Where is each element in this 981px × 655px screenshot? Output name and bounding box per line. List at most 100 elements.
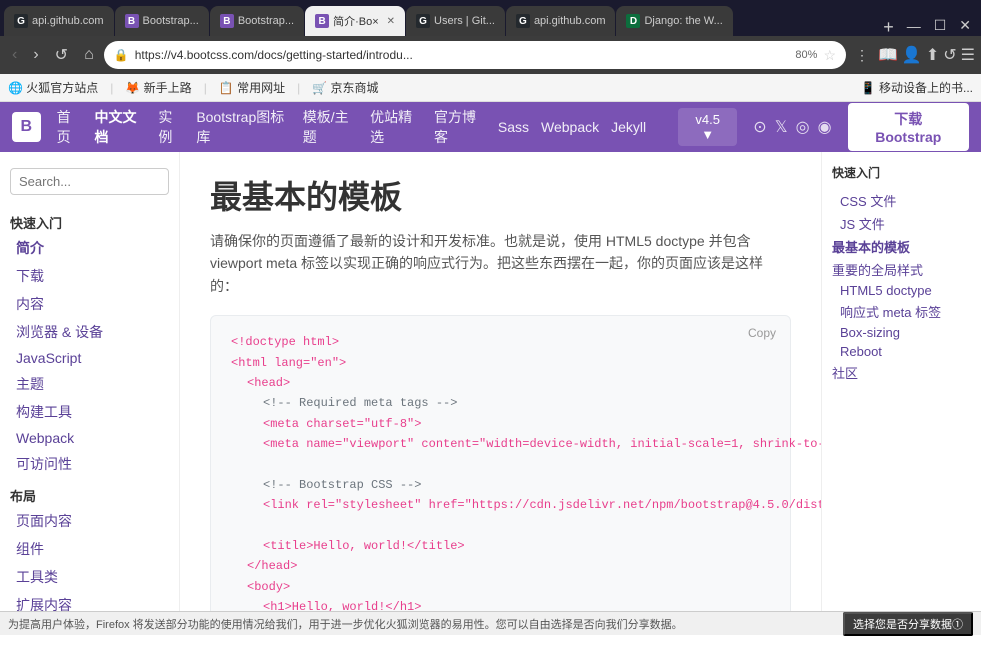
toc-item[interactable]: 响应式 meta 标签 [832,300,971,323]
toc-item[interactable]: JS 文件 [832,212,971,235]
close-button[interactable]: ✕ [953,15,977,36]
home-button[interactable]: ⌂ [78,44,100,66]
sidebar-item[interactable]: JavaScript [0,346,179,370]
download-button[interactable]: 下载 Bootstrap [848,103,969,151]
share-icon[interactable]: ⬆ [926,45,939,65]
nav-link[interactable]: 实例 [158,107,184,147]
tab-label: Users | Git... [434,15,495,27]
back-button[interactable]: ‹ [6,44,23,66]
tab-label: api.github.com [32,15,104,27]
menu-icon[interactable]: ☰ [961,45,975,65]
right-toc: 快速入门 CSS 文件JS 文件最基本的模板重要的全局样式HTML5 docty… [821,152,981,611]
code-line: <head> [231,373,770,393]
bookmark-item[interactable]: 🛒 京东商城 [312,79,378,96]
search-box [0,164,179,205]
twitter-icon[interactable]: 𝕏 [775,117,788,137]
nav-link[interactable]: 优站精选 [370,107,422,147]
history-icon[interactable]: ↺ [943,45,956,65]
browser-controls: ‹ › ↺ ⌂ 🔒 https://v4.bootcss.com/docs/ge… [0,36,981,74]
tab-label: Django: the W... [644,15,722,27]
sidebar-item[interactable]: 下载 [0,262,179,290]
sidebar-content: 快速入门简介下载内容浏览器 & 设备JavaScript主题构建工具Webpac… [0,205,179,611]
bookmark-separator: | [297,81,300,95]
code-line: <!-- Required meta tags --> [231,393,770,413]
sidebar-item[interactable]: 页面内容 [0,507,179,535]
code-line: <link rel="stylesheet" href="https://cdn… [231,495,770,515]
search-input[interactable] [10,168,169,195]
code-line [231,516,770,536]
maximize-button[interactable]: ☐ [928,15,953,36]
sidebar-item[interactable]: 内容 [0,290,179,318]
toc-item[interactable]: 社区 [832,361,971,384]
bookmark-item[interactable]: 🦊 新手上路 [125,79,191,96]
main-content: 最基本的模板 请确保你的页面遵循了最新的设计和开发标准。也就是说，使用 HTML… [180,152,821,611]
browser-tab[interactable]: BBootstrap... [115,6,209,36]
copy-button[interactable]: Copy [748,326,776,340]
code-line: <title>Hello, world!</title> [231,536,770,556]
sidebar-item[interactable]: 构建工具 [0,398,179,426]
browser-window: Gapi.github.comBBootstrap...BBootstrap..… [0,0,981,102]
tab-favicon: B [315,14,329,28]
code-line: <h1>Hello, world!</h1> [231,597,770,611]
top-nav: B 首页中文文档实例Bootstrap图标库模板/主题优站精选官方博客SassW… [0,102,981,152]
bookmark-item[interactable]: 🌐 火狐官方站点 [8,79,98,96]
tab-favicon: G [416,14,430,28]
nav-link[interactable]: Sass [498,119,529,135]
browser-tab[interactable]: DDjango: the W... [616,6,732,36]
toc-item[interactable]: HTML5 doctype [832,281,971,300]
star-icon[interactable]: ☆ [823,47,836,64]
sidebar-item[interactable]: 组件 [0,535,179,563]
minimize-button[interactable]: — [901,16,927,36]
extensions-button[interactable]: ⋮ [850,45,874,66]
sidebar-item[interactable]: 扩展内容 [0,591,179,611]
browser-tab[interactable]: BBootstrap... [210,6,304,36]
bookmark-separator: | [110,81,113,95]
feed-icon[interactable]: ◉ [818,117,832,137]
sidebar-item[interactable]: 工具类 [0,563,179,591]
new-tab-button[interactable]: + [877,18,900,36]
browser-tab[interactable]: Gapi.github.com [506,6,616,36]
tab-close-icon[interactable]: ✕ [387,16,395,27]
toc-item[interactable]: 重要的全局样式 [832,258,971,281]
sync-icon[interactable]: 👤 [902,45,922,65]
bootstrap-page: B 首页中文文档实例Bootstrap图标库模板/主题优站精选官方博客SassW… [0,102,981,611]
mobile-bookmark[interactable]: 📱 移动设备上的书... [861,79,973,96]
sidebar-item[interactable]: 浏览器 & 设备 [0,318,179,346]
github-icon[interactable]: ⊙ [753,117,766,137]
sidebar-item[interactable]: 可访问性 [0,450,179,478]
toc-item[interactable]: Reboot [832,342,971,361]
toc-title: 快速入门 [832,164,971,181]
refresh-button[interactable]: ↺ [49,43,74,67]
browser-tab[interactable]: G Users | Git... [406,6,505,36]
slack-icon[interactable]: ◎ [796,117,810,137]
browser-tab[interactable]: B 简介·Bo× ✕ [305,6,405,36]
bookmark-item[interactable]: 📋 常用网址 [219,79,285,96]
forward-button[interactable]: › [27,44,44,66]
version-button[interactable]: v4.5 ▼ [678,108,737,146]
bookmarks-icon[interactable]: 📖 [878,45,898,65]
code-line: <!-- Bootstrap CSS --> [231,475,770,495]
nav-link[interactable]: Jekyll [611,119,646,135]
sidebar-item[interactable]: 简介 [0,234,179,262]
status-share-button[interactable]: 选择您是否分享数据① [843,612,973,636]
tab-favicon: B [125,14,139,28]
toc-item[interactable]: CSS 文件 [832,189,971,212]
nav-links: 首页中文文档实例 Bootstrap图标库模板/主题优站精选官方博客 Sass Web… [57,107,647,147]
nav-link[interactable]: 首页 [57,107,83,147]
toc-item[interactable]: 最基本的模板 [832,235,971,258]
code-line: </head> [231,556,770,576]
nav-link[interactable]: Webpack [541,119,599,135]
address-bar[interactable]: 🔒 https://v4.bootcss.com/docs/getting-st… [104,41,846,69]
nav-link[interactable]: 中文文档 [95,107,147,147]
sidebar-item[interactable]: Webpack [0,426,179,450]
sidebar-item[interactable]: 主题 [0,370,179,398]
code-line [231,455,770,475]
nav-link[interactable]: Bootstrap图标库 [196,107,290,147]
zoom-button[interactable]: 80% [795,49,817,61]
nav-link[interactable]: 官方博客 [434,107,486,147]
toc-item[interactable]: Box-sizing [832,323,971,342]
tab-label: 简介·Bo× [333,13,379,29]
sidebar-section-title: 快速入门 [0,205,179,234]
browser-tab[interactable]: Gapi.github.com [4,6,114,36]
nav-link[interactable]: 模板/主题 [303,107,358,147]
